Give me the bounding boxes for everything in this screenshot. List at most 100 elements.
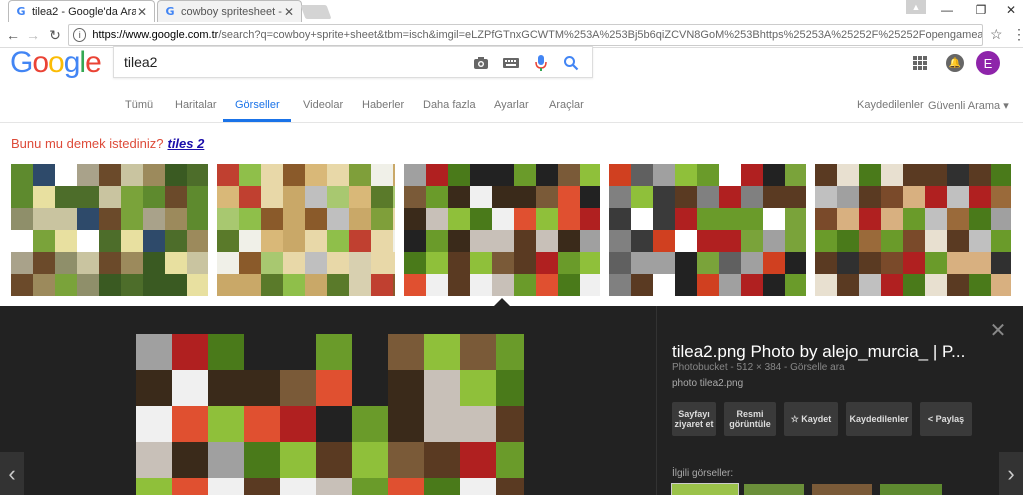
tile (371, 208, 393, 230)
notifications-icon[interactable]: 🔔 (946, 54, 964, 72)
tab-close-icon[interactable]: ✕ (283, 5, 295, 19)
avatar[interactable]: E (976, 51, 1000, 75)
tile (393, 186, 395, 208)
tile (99, 164, 121, 186)
tile (925, 208, 947, 230)
tile (261, 274, 283, 296)
tile (460, 370, 496, 406)
bookmark-star-icon[interactable]: ☆ (990, 26, 1003, 43)
tile (305, 164, 327, 186)
google-logo[interactable]: Google (10, 46, 102, 80)
tile (187, 230, 208, 252)
related-image[interactable] (812, 484, 872, 495)
tile (327, 230, 349, 252)
search-input[interactable] (124, 53, 464, 71)
saved-link[interactable]: Kaydedilenler (857, 99, 924, 111)
save-button[interactable]: ☆ Kaydet (784, 402, 838, 436)
tab-images[interactable]: Görseller (235, 99, 280, 111)
view-image-button[interactable]: Resmi görüntüle (724, 402, 776, 436)
tile (496, 334, 524, 370)
tile (859, 274, 881, 296)
address-bar[interactable]: i https://www.google.com.tr/search?q=cow… (68, 24, 983, 46)
preview-image[interactable] (136, 334, 524, 495)
tile (136, 334, 172, 370)
browser-tab-active[interactable]: G tilea2 - Google'da Ara ✕ (8, 0, 155, 22)
image-result-3[interactable] (404, 164, 600, 296)
browser-tab[interactable]: G cowboy spritesheet - Go ✕ (157, 0, 302, 22)
search-box (113, 46, 593, 78)
tile (697, 208, 719, 230)
tab-news[interactable]: Haberler (362, 99, 404, 111)
apps-grid-icon[interactable] (913, 56, 927, 70)
tab-maps[interactable]: Haritalar (175, 99, 217, 111)
info-icon[interactable]: i (73, 28, 87, 42)
search-icon[interactable] (562, 54, 580, 72)
restore-icon[interactable]: ❐ (964, 0, 998, 20)
tab-all[interactable]: Tümü (125, 99, 153, 111)
tile (261, 230, 283, 252)
related-image[interactable] (671, 483, 739, 495)
tile (143, 164, 165, 186)
tile (404, 186, 426, 208)
window-close-icon[interactable]: ✕ (994, 0, 1023, 20)
preview-title[interactable]: tilea2.png Photo by alejo_murcia_ | P... (672, 342, 965, 362)
tile (785, 164, 806, 186)
tile (609, 208, 631, 230)
forward-arrow-icon[interactable]: → (24, 26, 42, 44)
next-image-button[interactable]: › (999, 452, 1023, 495)
tile (785, 252, 806, 274)
microphone-icon[interactable] (532, 54, 550, 72)
tile (837, 252, 859, 274)
image-result-2[interactable] (217, 164, 395, 296)
tile (121, 164, 143, 186)
tile (99, 208, 121, 230)
related-image[interactable] (880, 484, 942, 495)
tile (349, 230, 371, 252)
previous-image-button[interactable]: ‹ (0, 452, 24, 495)
tab-settings[interactable]: Ayarlar (494, 99, 529, 111)
image-result-1[interactable] (11, 164, 208, 296)
tile (371, 252, 393, 274)
tile (492, 230, 514, 252)
image-result-5[interactable] (815, 164, 1011, 296)
tab-more[interactable]: Daha fazla (423, 99, 476, 111)
tile (514, 164, 536, 186)
tile (580, 186, 600, 208)
did-you-mean-suggestion-link[interactable]: tiles 2 (167, 136, 204, 151)
tile (675, 252, 697, 274)
tile (352, 334, 388, 370)
tile (283, 208, 305, 230)
tile (969, 252, 991, 274)
tile (763, 274, 785, 296)
minimize-icon[interactable]: — (930, 0, 964, 20)
tab-videos[interactable]: Videolar (303, 99, 343, 111)
close-icon[interactable]: ✕ (988, 320, 1008, 342)
tile (33, 186, 55, 208)
tile (261, 208, 283, 230)
tile (947, 274, 969, 296)
tile (426, 164, 448, 186)
logo-letter: G (10, 46, 33, 79)
tile (239, 274, 261, 296)
tab-tools[interactable]: Araçlar (549, 99, 584, 111)
tile (404, 164, 426, 186)
safe-search-dropdown[interactable]: Güvenli Arama ▾ (928, 99, 1009, 112)
back-arrow-icon[interactable]: ← (4, 26, 22, 44)
chrome-user-icon[interactable]: ▲ (906, 0, 926, 14)
saved-button[interactable]: Kaydedilenler (846, 402, 912, 436)
tile (77, 252, 99, 274)
keyboard-icon[interactable] (502, 54, 520, 72)
camera-icon[interactable] (472, 54, 490, 72)
tile (859, 186, 881, 208)
image-result-4[interactable] (609, 164, 806, 296)
tile (815, 230, 837, 252)
chrome-menu-icon[interactable]: ⋮ (1012, 26, 1023, 43)
tile (208, 442, 244, 478)
related-image[interactable] (744, 484, 804, 495)
tab-close-icon[interactable]: ✕ (136, 5, 148, 19)
share-button[interactable]: < Paylaş (920, 402, 972, 436)
new-tab-button[interactable] (300, 5, 332, 19)
tile (121, 252, 143, 274)
visit-page-button[interactable]: Sayfayı ziyaret et (672, 402, 716, 436)
reload-icon[interactable]: ↻ (46, 26, 64, 44)
